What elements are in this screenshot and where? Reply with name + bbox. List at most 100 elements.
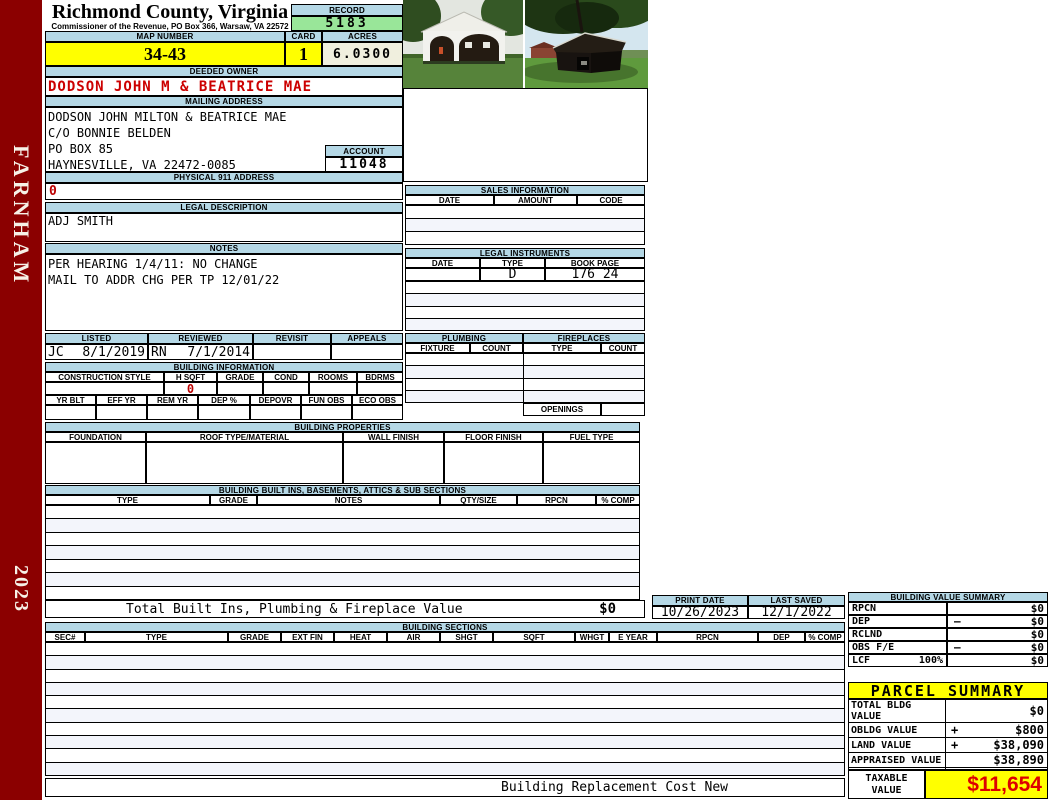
ps-label: OBLDG VALUE: [849, 723, 946, 737]
ps-value: $0: [946, 700, 1047, 722]
fireplaces-label: FIREPLACES: [523, 333, 645, 343]
bi-type-label: TYPE: [45, 495, 210, 505]
vs-lcf-label: LCF 100%: [848, 654, 947, 667]
ps-amount: $800: [1015, 723, 1044, 737]
record-label: RECORD: [291, 4, 403, 16]
dep-pct-value: [198, 405, 250, 420]
vs-rpcn-value: $0: [947, 602, 1048, 615]
vs-amount: $0: [1030, 615, 1044, 628]
building-value-summary-label: BUILDING VALUE SUMMARY: [848, 592, 1048, 602]
vs-amount: $0: [1030, 654, 1044, 667]
empty-row: [46, 573, 639, 587]
fuel-type-value: [543, 442, 640, 484]
sales-amount-label: AMOUNT: [494, 195, 577, 205]
empty-row: [46, 546, 639, 560]
account-label: ACCOUNT: [325, 145, 403, 157]
taxable-value-amount: $11,654: [925, 770, 1048, 799]
acres-value: 6.0300: [322, 42, 403, 66]
sec-num-label: SEC#: [45, 632, 85, 642]
empty-row: [46, 560, 639, 574]
empty-row: [46, 533, 639, 547]
cond-value: [263, 382, 309, 395]
parcel-summary-row: TOTAL BLDG VALUE $0: [849, 700, 1047, 723]
property-photo-garage: [403, 0, 523, 88]
empty-row: [406, 206, 644, 219]
plumbing-fireplace-rows: [405, 353, 645, 403]
wall-finish-value: [343, 442, 444, 484]
sec-comp-label: % COMP: [805, 632, 845, 642]
record-number: 5183: [291, 16, 403, 31]
notes-box: PER HEARING 1/4/11: NO CHANGE MAIL TO AD…: [45, 254, 403, 331]
instrument-rows: [405, 281, 645, 331]
ps-amount: $38,890: [993, 753, 1044, 767]
district-sidebar: FARNHAM 2023: [0, 0, 42, 800]
taxable-value-label: TAXABLE VALUE: [848, 770, 925, 799]
bi-grade-label: GRADE: [210, 495, 257, 505]
remyr-value: [147, 405, 198, 420]
bdrms-label: BDRMS: [357, 372, 403, 382]
grade-label: GRADE: [217, 372, 263, 382]
built-ins-label: BUILDING BUILT INS, BASEMENTS, ATTICS & …: [45, 485, 640, 495]
account-number: 11048: [325, 157, 403, 172]
foundation-value: [45, 442, 146, 484]
sec-eyear-label: E YEAR: [609, 632, 657, 642]
parcel-summary-table: TOTAL BLDG VALUE $0 OBLDG VALUE + $800 L…: [848, 699, 1048, 782]
reviewed-date: 7/1/2014: [187, 344, 250, 360]
ps-value: + $38,090: [946, 738, 1047, 752]
rooms-value: [309, 382, 357, 395]
legal-description-value: ADJ SMITH: [45, 213, 403, 242]
empty-row: [406, 379, 644, 391]
vs-lcf-pct: 100%: [918, 655, 943, 666]
parcel-summary-row: LAND VALUE + $38,090: [849, 738, 1047, 753]
ps-value: + $800: [946, 723, 1047, 737]
card-label: CARD: [285, 31, 322, 42]
property-photo-shed: [525, 0, 648, 88]
built-ins-total-value: $0: [599, 601, 616, 617]
wall-finish-label: WALL FINISH: [343, 432, 444, 442]
vs-op: –: [954, 615, 961, 628]
sketch-area: [403, 88, 648, 182]
ps-value: $38,890: [946, 753, 1047, 767]
floor-finish-label: FLOOR FINISH: [444, 432, 543, 442]
ps-op: +: [951, 738, 959, 752]
notes-label: NOTES: [45, 243, 403, 254]
empty-row: [46, 709, 844, 723]
depovr-value: [250, 405, 301, 420]
listed-value: JC 8/1/2019: [45, 344, 148, 360]
instr-date-label: DATE: [405, 258, 480, 268]
plumbing-count-label: COUNT: [470, 343, 523, 353]
last-saved-value: 12/1/2022: [748, 605, 845, 620]
empty-row: [406, 232, 644, 244]
plumbing-fireplace-divider: [523, 353, 524, 403]
physical-address-label: PHYSICAL 911 ADDRESS: [45, 172, 403, 183]
roof-type-label: ROOF TYPE/MATERIAL: [146, 432, 343, 442]
empty-row: [46, 682, 844, 697]
property-record-card: FARNHAM 2023 Richmond County, Virginia C…: [0, 0, 1050, 800]
fireplace-type-label: TYPE: [523, 343, 601, 353]
empty-row: [406, 219, 644, 232]
sec-dep-label: DEP: [758, 632, 805, 642]
ps-amount: $38,090: [993, 738, 1044, 752]
mailing-line: C/O BONNIE BELDEN: [48, 126, 171, 140]
empty-row: [406, 294, 644, 307]
sec-whgt-label: WHGT: [575, 632, 609, 642]
building-sections-rows: [45, 642, 845, 776]
grade-value: [217, 382, 263, 395]
legal-description-label: LEGAL DESCRIPTION: [45, 202, 403, 213]
empty-row: [406, 282, 644, 295]
map-number-label: MAP NUMBER: [45, 31, 285, 42]
built-ins-total-label: Total Built Ins, Plumbing & Fireplace Va…: [126, 602, 463, 617]
instr-date-value: [405, 268, 480, 281]
building-properties-label: BUILDING PROPERTIES: [45, 422, 640, 432]
vs-dep-value: – $0: [947, 615, 1048, 628]
replacement-cost-label: Building Replacement Cost New: [501, 780, 728, 795]
reviewed-by: RN: [151, 344, 167, 360]
print-date-value: 10/26/2023: [652, 605, 748, 620]
roof-type-value: [146, 442, 343, 484]
bi-notes-label: NOTES: [257, 495, 440, 505]
replacement-cost-row: Building Replacement Cost New: [45, 778, 845, 797]
sec-extfin-label: EXT FIN: [281, 632, 334, 642]
revisit-label: REVISIT: [253, 333, 331, 344]
note-line: PER HEARING 1/4/11: NO CHANGE: [48, 257, 258, 271]
sales-code-label: CODE: [577, 195, 645, 205]
